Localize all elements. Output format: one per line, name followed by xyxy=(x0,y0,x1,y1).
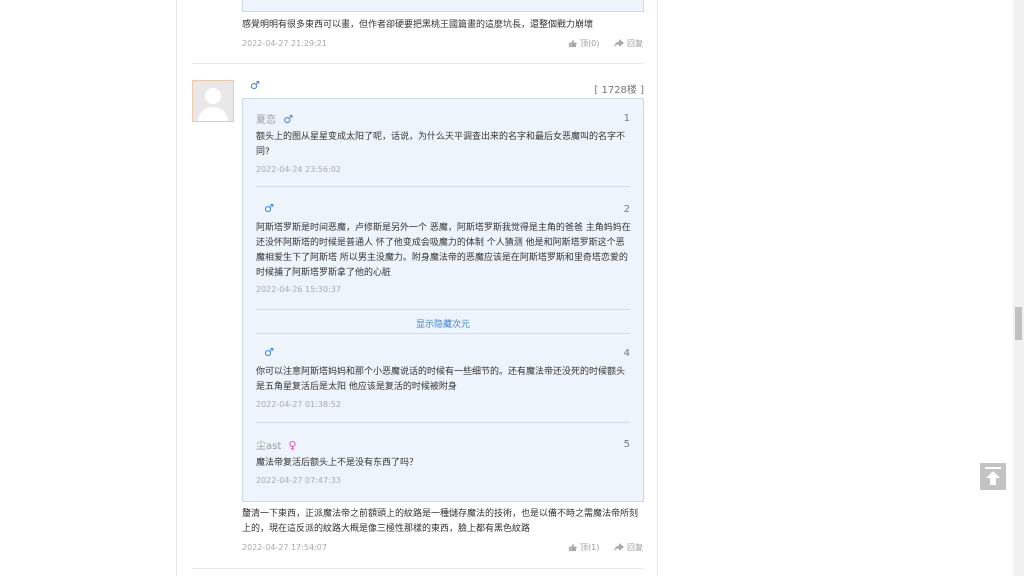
vertical-scrollbar[interactable] xyxy=(1013,0,1024,576)
reply-item-2: ♂ 2 xyxy=(256,202,630,215)
thumbs-up-icon xyxy=(568,543,577,552)
reply-date: 2022-04-27 01:38:52 xyxy=(256,400,341,409)
prev-like-button[interactable]: 顶(0) xyxy=(568,38,599,49)
reply-date: 2022-04-24 23:56:02 xyxy=(256,165,341,174)
female-icon: ♀ xyxy=(288,439,297,452)
comment-divider xyxy=(192,63,644,64)
reply-divider xyxy=(256,333,630,334)
prev-reply-box xyxy=(242,0,644,12)
reply-divider xyxy=(256,422,630,423)
prev-reply-label: 回复 xyxy=(627,39,643,48)
prev-reply-button[interactable]: 回复 xyxy=(614,38,643,49)
reply-index: 1 xyxy=(623,113,630,124)
back-to-top-button[interactable] xyxy=(980,463,1006,490)
reply-index: 4 xyxy=(623,348,630,359)
male-icon: ♂ xyxy=(264,202,274,215)
reply-date: 2022-04-26 15:30:37 xyxy=(256,285,341,294)
reply-text: 你可以注意阿斯塔妈妈和那个小恶魔说话的时候有一些细节的。还有魔法帝还没死的时候额… xyxy=(256,367,626,392)
reply-arrow-icon xyxy=(614,543,624,552)
thumbs-up-icon xyxy=(568,39,577,48)
default-avatar-icon xyxy=(193,81,233,121)
reply-divider xyxy=(256,186,630,187)
reply-arrow-icon xyxy=(614,39,624,48)
like-label: 顶(1) xyxy=(580,543,600,552)
reply-button[interactable]: 回复 xyxy=(614,542,643,553)
reply-date: 2022-04-27 07:47:33 xyxy=(256,476,341,485)
reply-text: 阿斯塔罗斯是时间恶魔，卢修斯是另外一个 恶魔，阿斯塔罗斯我觉得是主角的爸爸 主角… xyxy=(256,223,631,278)
reply-username[interactable]: 尘ast xyxy=(256,441,281,452)
reply-label: 回复 xyxy=(627,543,643,552)
male-icon: ♂ xyxy=(264,346,274,359)
reply-item-1: 夏恋 ♂ 1 xyxy=(256,111,630,126)
arrow-up-icon xyxy=(985,467,1001,485)
reply-text: 魔法帝复活后额头上不是没有东西了吗？ xyxy=(256,458,419,468)
prev-comment-date: 2022-04-27 21:29:21 xyxy=(242,39,327,48)
avatar[interactable] xyxy=(192,80,234,122)
male-icon: ♂ xyxy=(283,113,294,126)
reply-text: 额头上的图从星星变成太阳了呢，话说，为什么天平调查出来的名字和最后女恶魔叫的名字… xyxy=(256,132,626,157)
prev-comment-text: 感覺明明有很多東西可以畫，但作者卻硬要把黑桃王國篇畫的這麼坑長，還整個戰力崩壞 xyxy=(242,20,594,30)
reply-divider xyxy=(256,309,630,310)
male-icon: ♂ xyxy=(250,79,260,92)
reply-index: 2 xyxy=(623,204,630,215)
prev-like-label: 顶(0) xyxy=(580,39,600,48)
floor-number: [ 1728楼 ] xyxy=(594,85,644,96)
like-button[interactable]: 顶(1) xyxy=(568,542,599,553)
scrollbar-thumb[interactable] xyxy=(1015,307,1022,340)
reply-username[interactable]: 夏恋 xyxy=(256,115,276,126)
reply-index: 5 xyxy=(623,439,630,450)
comment-divider xyxy=(192,568,644,569)
show-hidden-link[interactable]: 显示隐藏次元 xyxy=(256,317,630,330)
reply-item-4: ♂ 4 xyxy=(256,346,630,359)
comment-text: 釐清一下東西，正派魔法帝之前額頭上的紋路是一種儲存魔法的技術，也是以備不時之需魔… xyxy=(242,509,639,534)
reply-item-5: 尘ast ♀ 5 xyxy=(256,437,630,452)
comment-date: 2022-04-27 17:54:07 xyxy=(242,543,327,552)
